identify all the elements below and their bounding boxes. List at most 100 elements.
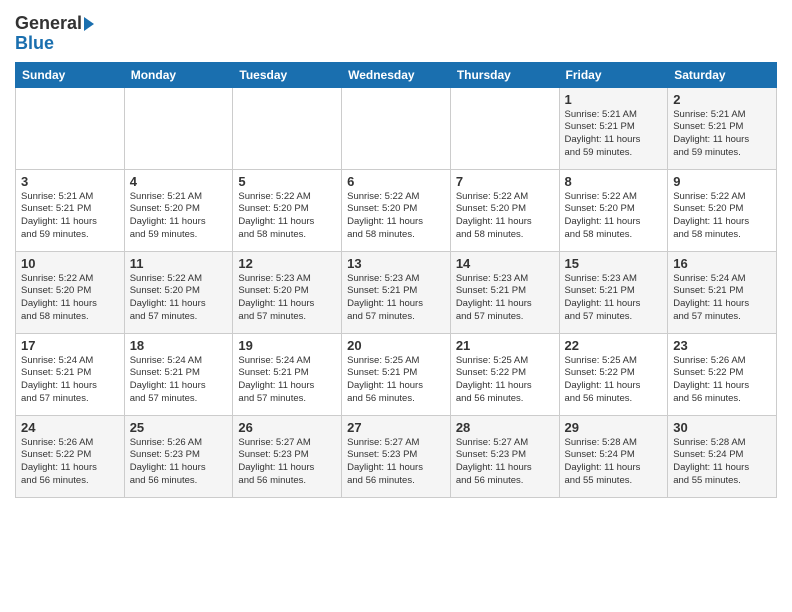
day-info: Sunrise: 5:26 AMSunset: 5:23 PMDaylight:… bbox=[130, 437, 228, 488]
day-number: 27 bbox=[347, 420, 445, 435]
calendar-cell bbox=[124, 87, 233, 169]
day-info: Sunrise: 5:25 AMSunset: 5:22 PMDaylight:… bbox=[565, 355, 663, 406]
header: General Blue bbox=[15, 10, 777, 54]
week-row-1: 1Sunrise: 5:21 AMSunset: 5:21 PMDaylight… bbox=[16, 87, 777, 169]
logo-blue: Blue bbox=[15, 34, 54, 54]
day-number: 9 bbox=[673, 174, 771, 189]
day-info: Sunrise: 5:22 AMSunset: 5:20 PMDaylight:… bbox=[565, 191, 663, 242]
day-info: Sunrise: 5:24 AMSunset: 5:21 PMDaylight:… bbox=[21, 355, 119, 406]
calendar-cell: 28 Sunrise: 5:27 AMSunset: 5:23 PMDayligh… bbox=[450, 415, 559, 497]
day-number: 5 bbox=[238, 174, 336, 189]
calendar-cell: 4Sunrise: 5:21 AMSunset: 5:20 PMDaylight… bbox=[124, 169, 233, 251]
week-row-4: 17 Sunrise: 5:24 AMSunset: 5:21 PMDayligh… bbox=[16, 333, 777, 415]
day-info: Sunrise: 5:23 AMSunset: 5:21 PMDaylight:… bbox=[347, 273, 445, 324]
calendar-cell: 26 Sunrise: 5:27 AMSunset: 5:23 PMDayligh… bbox=[233, 415, 342, 497]
day-number: 6 bbox=[347, 174, 445, 189]
day-info: Sunrise: 5:21 AMSunset: 5:20 PMDaylight:… bbox=[130, 191, 228, 242]
weekday-header-row: SundayMondayTuesdayWednesdayThursdayFrid… bbox=[16, 62, 777, 87]
day-info: Sunrise: 5:22 AMSunset: 5:20 PMDaylight:… bbox=[673, 191, 771, 242]
week-row-3: 10 Sunrise: 5:22 AMSunset: 5:20 PMDayligh… bbox=[16, 251, 777, 333]
day-number: 18 bbox=[130, 338, 228, 353]
day-number: 25 bbox=[130, 420, 228, 435]
calendar-cell: 7 Sunrise: 5:22 AMSunset: 5:20 PMDaylight… bbox=[450, 169, 559, 251]
calendar-cell: 13 Sunrise: 5:23 AMSunset: 5:21 PMDayligh… bbox=[342, 251, 451, 333]
day-number: 28 bbox=[456, 420, 554, 435]
weekday-header-saturday: Saturday bbox=[668, 62, 777, 87]
calendar-cell: 17 Sunrise: 5:24 AMSunset: 5:21 PMDayligh… bbox=[16, 333, 125, 415]
calendar-cell: 18 Sunrise: 5:24 AMSunset: 5:21 PMDayligh… bbox=[124, 333, 233, 415]
day-info: Sunrise: 5:21 AMSunset: 5:21 PMDaylight:… bbox=[21, 191, 119, 242]
calendar-cell: 9 Sunrise: 5:22 AMSunset: 5:20 PMDaylight… bbox=[668, 169, 777, 251]
day-info: Sunrise: 5:22 AMSunset: 5:20 PMDaylight:… bbox=[130, 273, 228, 324]
calendar-cell: 14 Sunrise: 5:23 AMSunset: 5:21 PMDayligh… bbox=[450, 251, 559, 333]
day-number: 30 bbox=[673, 420, 771, 435]
day-number: 7 bbox=[456, 174, 554, 189]
day-number: 8 bbox=[565, 174, 663, 189]
calendar-cell: 27 Sunrise: 5:27 AMSunset: 5:23 PMDayligh… bbox=[342, 415, 451, 497]
day-number: 3 bbox=[21, 174, 119, 189]
day-number: 19 bbox=[238, 338, 336, 353]
calendar-cell: 11 Sunrise: 5:22 AMSunset: 5:20 PMDayligh… bbox=[124, 251, 233, 333]
day-info: Sunrise: 5:27 AMSunset: 5:23 PMDaylight:… bbox=[456, 437, 554, 488]
weekday-header-tuesday: Tuesday bbox=[233, 62, 342, 87]
weekday-header-thursday: Thursday bbox=[450, 62, 559, 87]
day-info: Sunrise: 5:28 AMSunset: 5:24 PMDaylight:… bbox=[565, 437, 663, 488]
day-number: 16 bbox=[673, 256, 771, 271]
calendar-cell: 10 Sunrise: 5:22 AMSunset: 5:20 PMDayligh… bbox=[16, 251, 125, 333]
page-container: General Blue SundayMondayTuesdayWednesda… bbox=[0, 0, 792, 503]
day-number: 21 bbox=[456, 338, 554, 353]
calendar-cell: 21 Sunrise: 5:25 AMSunset: 5:22 PMDayligh… bbox=[450, 333, 559, 415]
day-info: Sunrise: 5:23 AMSunset: 5:20 PMDaylight:… bbox=[238, 273, 336, 324]
day-info: Sunrise: 5:26 AMSunset: 5:22 PMDaylight:… bbox=[21, 437, 119, 488]
day-info: Sunrise: 5:24 AMSunset: 5:21 PMDaylight:… bbox=[673, 273, 771, 324]
calendar-cell: 1Sunrise: 5:21 AMSunset: 5:21 PMDaylight… bbox=[559, 87, 668, 169]
week-row-2: 3 Sunrise: 5:21 AMSunset: 5:21 PMDaylight… bbox=[16, 169, 777, 251]
calendar-cell: 22Sunrise: 5:25 AMSunset: 5:22 PMDayligh… bbox=[559, 333, 668, 415]
day-number: 14 bbox=[456, 256, 554, 271]
day-info: Sunrise: 5:24 AMSunset: 5:21 PMDaylight:… bbox=[238, 355, 336, 406]
weekday-header-monday: Monday bbox=[124, 62, 233, 87]
calendar-cell: 19 Sunrise: 5:24 AMSunset: 5:21 PMDayligh… bbox=[233, 333, 342, 415]
calendar-cell bbox=[450, 87, 559, 169]
day-info: Sunrise: 5:21 AMSunset: 5:21 PMDaylight:… bbox=[673, 109, 771, 160]
day-info: Sunrise: 5:23 AMSunset: 5:21 PMDaylight:… bbox=[565, 273, 663, 324]
day-info: Sunrise: 5:27 AMSunset: 5:23 PMDaylight:… bbox=[238, 437, 336, 488]
day-info: Sunrise: 5:21 AMSunset: 5:21 PMDaylight:… bbox=[565, 109, 663, 160]
day-info: Sunrise: 5:26 AMSunset: 5:22 PMDaylight:… bbox=[673, 355, 771, 406]
day-info: Sunrise: 5:23 AMSunset: 5:21 PMDaylight:… bbox=[456, 273, 554, 324]
day-number: 17 bbox=[21, 338, 119, 353]
calendar-cell: 2Sunrise: 5:21 AMSunset: 5:21 PMDaylight… bbox=[668, 87, 777, 169]
calendar-cell bbox=[233, 87, 342, 169]
logo: General Blue bbox=[15, 14, 94, 54]
weekday-header-sunday: Sunday bbox=[16, 62, 125, 87]
day-info: Sunrise: 5:28 AMSunset: 5:24 PMDaylight:… bbox=[673, 437, 771, 488]
day-info: Sunrise: 5:22 AMSunset: 5:20 PMDaylight:… bbox=[21, 273, 119, 324]
weekday-header-wednesday: Wednesday bbox=[342, 62, 451, 87]
day-number: 29 bbox=[565, 420, 663, 435]
day-info: Sunrise: 5:27 AMSunset: 5:23 PMDaylight:… bbox=[347, 437, 445, 488]
day-info: Sunrise: 5:22 AMSunset: 5:20 PMDaylight:… bbox=[347, 191, 445, 242]
logo-arrow-icon bbox=[84, 17, 94, 31]
calendar-cell: 5Sunrise: 5:22 AMSunset: 5:20 PMDaylight… bbox=[233, 169, 342, 251]
calendar-cell bbox=[16, 87, 125, 169]
day-number: 13 bbox=[347, 256, 445, 271]
calendar-cell: 16 Sunrise: 5:24 AMSunset: 5:21 PMDayligh… bbox=[668, 251, 777, 333]
calendar-cell: 30 Sunrise: 5:28 AMSunset: 5:24 PMDayligh… bbox=[668, 415, 777, 497]
day-info: Sunrise: 5:24 AMSunset: 5:21 PMDaylight:… bbox=[130, 355, 228, 406]
day-number: 24 bbox=[21, 420, 119, 435]
logo-general: General bbox=[15, 14, 82, 34]
day-number: 26 bbox=[238, 420, 336, 435]
day-number: 10 bbox=[21, 256, 119, 271]
calendar-cell: 20Sunrise: 5:25 AMSunset: 5:21 PMDayligh… bbox=[342, 333, 451, 415]
day-info: Sunrise: 5:25 AMSunset: 5:21 PMDaylight:… bbox=[347, 355, 445, 406]
weekday-header-friday: Friday bbox=[559, 62, 668, 87]
calendar-cell: 8 Sunrise: 5:22 AMSunset: 5:20 PMDaylight… bbox=[559, 169, 668, 251]
calendar-cell bbox=[342, 87, 451, 169]
day-number: 11 bbox=[130, 256, 228, 271]
week-row-5: 24 Sunrise: 5:26 AMSunset: 5:22 PMDayligh… bbox=[16, 415, 777, 497]
day-info: Sunrise: 5:22 AMSunset: 5:20 PMDaylight:… bbox=[456, 191, 554, 242]
calendar-table: SundayMondayTuesdayWednesdayThursdayFrid… bbox=[15, 62, 777, 498]
day-info: Sunrise: 5:25 AMSunset: 5:22 PMDaylight:… bbox=[456, 355, 554, 406]
calendar-cell: 6 Sunrise: 5:22 AMSunset: 5:20 PMDaylight… bbox=[342, 169, 451, 251]
calendar-cell: 24 Sunrise: 5:26 AMSunset: 5:22 PMDayligh… bbox=[16, 415, 125, 497]
